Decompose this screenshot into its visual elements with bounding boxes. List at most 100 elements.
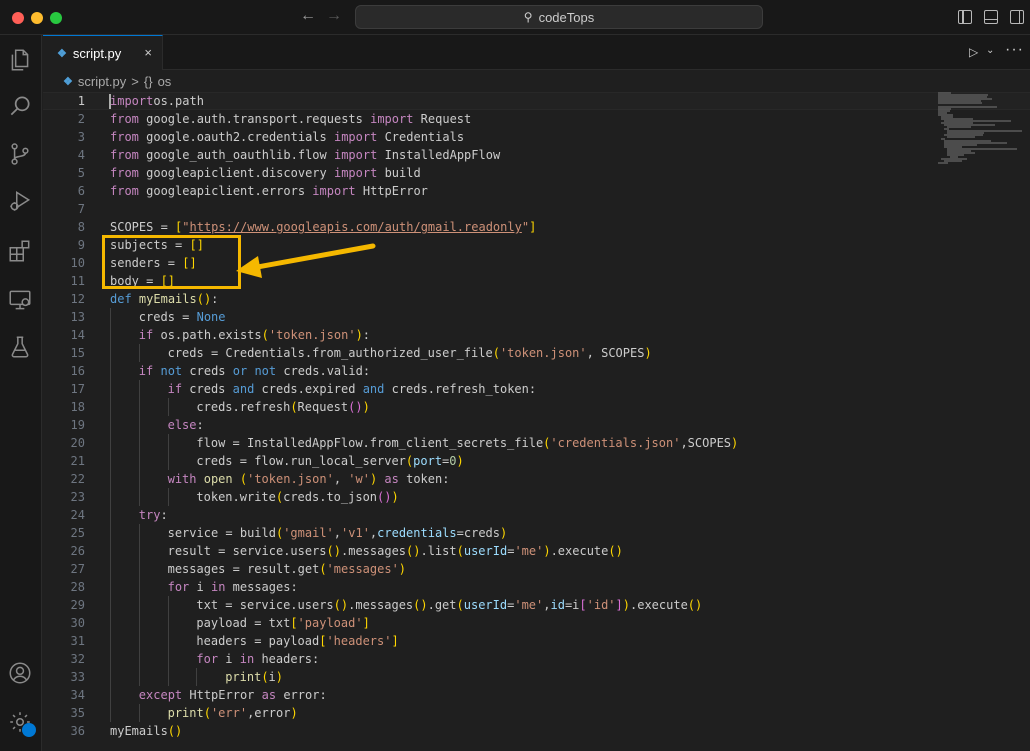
toggle-panel-icon[interactable] xyxy=(984,10,998,24)
code-token: ] xyxy=(362,616,370,630)
code-token: ) xyxy=(500,526,508,540)
code-token: from xyxy=(110,166,139,180)
breadcrumb-symbol[interactable]: os xyxy=(158,74,172,89)
code-token: .list xyxy=(420,544,457,558)
minimize-window-button[interactable] xyxy=(31,12,43,24)
search-icon[interactable] xyxy=(7,93,33,119)
code-token: ( xyxy=(319,562,327,576)
code-text: creds.refresh(Request()) xyxy=(196,398,369,416)
extensions-icon[interactable] xyxy=(7,238,33,264)
code-line[interactable]: 15 creds = Credentials.from_authorized_us… xyxy=(43,344,1030,362)
minimap[interactable] xyxy=(938,92,1022,172)
code-token: () xyxy=(413,598,428,612)
code-line[interactable]: 28 for i in messages: xyxy=(43,578,1030,596)
code-token: None xyxy=(196,310,226,324)
code-text: myEmails() xyxy=(110,722,182,740)
account-icon[interactable] xyxy=(7,660,33,686)
code-line[interactable]: 23 token.write(creds.to_json()) xyxy=(43,488,1030,506)
indent-guide xyxy=(110,452,111,470)
code-line[interactable]: 18 creds.refresh(Request()) xyxy=(43,398,1030,416)
explorer-icon[interactable] xyxy=(7,47,33,73)
line-number: 10 xyxy=(70,256,85,270)
code-editor[interactable]: 1 importos.path 2 from google.auth.transpor… xyxy=(43,92,1030,751)
code-line[interactable]: 19 else: xyxy=(43,416,1030,434)
close-window-button[interactable] xyxy=(12,12,24,24)
code-line[interactable]: 27 messages = result.get('messages') xyxy=(43,560,1030,578)
code-token: creds.refresh xyxy=(196,400,291,414)
testing-icon[interactable] xyxy=(7,334,33,360)
code-token: 'token.json' xyxy=(499,346,587,360)
toggle-primary-sidebar-icon[interactable] xyxy=(958,10,972,24)
code-line[interactable]: 12 def myEmails(): xyxy=(43,290,1030,308)
code-token: , SCOPES xyxy=(586,346,645,360)
text-cursor xyxy=(109,94,111,109)
code-token: os.path xyxy=(153,94,204,108)
code-token: not xyxy=(160,364,183,378)
command-center[interactable]: ⚲ codeTops xyxy=(355,5,763,29)
line-number: 25 xyxy=(70,526,85,540)
code-token: messages = result.get xyxy=(167,562,320,576)
code-line[interactable]: 30 payload = txt['payload'] xyxy=(43,614,1030,632)
code-line[interactable]: 26 result = service.users().messages().li… xyxy=(43,542,1030,560)
forward-arrow-icon[interactable]: → xyxy=(324,7,344,25)
indent-guide xyxy=(110,632,111,650)
code-line[interactable]: 20 flow = InstalledAppFlow.from_client_se… xyxy=(43,434,1030,452)
code-line[interactable]: 5 from googleapiclient.discovery import b… xyxy=(43,164,1030,182)
code-token: .get xyxy=(427,598,457,612)
indent-guide xyxy=(138,434,140,452)
code-text: token.write(creds.to_json()) xyxy=(196,488,398,506)
tab-script-py[interactable]: ❖ script.py × xyxy=(43,35,163,70)
code-token: else xyxy=(167,418,197,432)
code-token: in xyxy=(210,580,226,594)
code-line[interactable]: 17 if creds and creds.expired and creds.r… xyxy=(43,380,1030,398)
code-line[interactable]: 8 SCOPES = ["https://www.googleapis.com/a… xyxy=(43,218,1030,236)
code-line[interactable]: 35 print('err',error) xyxy=(43,704,1030,722)
back-arrow-icon[interactable]: ← xyxy=(298,7,318,25)
code-line[interactable]: 14 if os.path.exists('token.json'): xyxy=(43,326,1030,344)
code-line[interactable]: 6 from googleapiclient.errors import Http… xyxy=(43,182,1030,200)
code-text: try: xyxy=(139,506,168,524)
indent-guide xyxy=(138,578,140,596)
code-line[interactable]: 25 service = build('gmail','v1',credentia… xyxy=(43,524,1030,542)
code-token: creds xyxy=(182,364,233,378)
code-line[interactable]: 2 from google.auth.transport.requests imp… xyxy=(43,110,1030,128)
code-token: service = build xyxy=(167,526,276,540)
code-line[interactable]: 29 txt = service.users().messages().get(u… xyxy=(43,596,1030,614)
code-token: [ xyxy=(290,616,298,630)
code-token: , xyxy=(333,526,342,540)
run-python-file-icon[interactable]: ▷ xyxy=(969,45,978,59)
line-number: 13 xyxy=(70,310,85,324)
code-line[interactable]: 22 with open ('token.json', 'w') as token… xyxy=(43,470,1030,488)
code-line[interactable]: 32 for i in headers: xyxy=(43,650,1030,668)
code-line[interactable]: 24 try: xyxy=(43,506,1030,524)
code-line[interactable]: 16 if not creds or not creds.valid: xyxy=(43,362,1030,380)
indent-guide xyxy=(110,416,111,434)
code-line[interactable]: 21 creds = flow.run_local_server(port=0) xyxy=(43,452,1030,470)
code-line[interactable]: 31 headers = payload['headers'] xyxy=(43,632,1030,650)
code-token: in xyxy=(239,652,255,666)
code-token: token: xyxy=(398,472,450,486)
code-line[interactable]: 7 xyxy=(43,200,1030,218)
source-control-icon[interactable] xyxy=(7,141,33,167)
remote-explorer-icon[interactable] xyxy=(7,287,33,313)
breadcrumb-file[interactable]: script.py xyxy=(78,74,126,89)
more-actions-icon[interactable]: ··· xyxy=(1005,41,1024,59)
code-line[interactable]: 3 from google.oauth2.credentials import C… xyxy=(43,128,1030,146)
run-debug-icon[interactable] xyxy=(7,188,33,214)
indent-guide xyxy=(196,668,198,686)
code-line[interactable]: 4 from google_auth_oauthlib.flow import I… xyxy=(43,146,1030,164)
code-line[interactable]: 36 myEmails() xyxy=(43,722,1030,740)
maximize-window-button[interactable] xyxy=(50,12,62,24)
code-token: ,error xyxy=(247,706,291,720)
code-line[interactable]: 33 print(i) xyxy=(43,668,1030,686)
line-number: 8 xyxy=(77,220,85,234)
code-token: ( xyxy=(456,544,464,558)
code-token: or xyxy=(232,364,248,378)
code-token: import xyxy=(370,112,414,126)
toggle-secondary-sidebar-icon[interactable] xyxy=(1010,10,1024,24)
code-line[interactable]: 34 except HttpError as error: xyxy=(43,686,1030,704)
code-line[interactable]: 1 importos.path xyxy=(43,92,1030,110)
chevron-down-icon[interactable]: ⌄ xyxy=(986,45,994,56)
code-line[interactable]: 13 creds = None xyxy=(43,308,1030,326)
close-icon[interactable]: × xyxy=(144,45,152,60)
